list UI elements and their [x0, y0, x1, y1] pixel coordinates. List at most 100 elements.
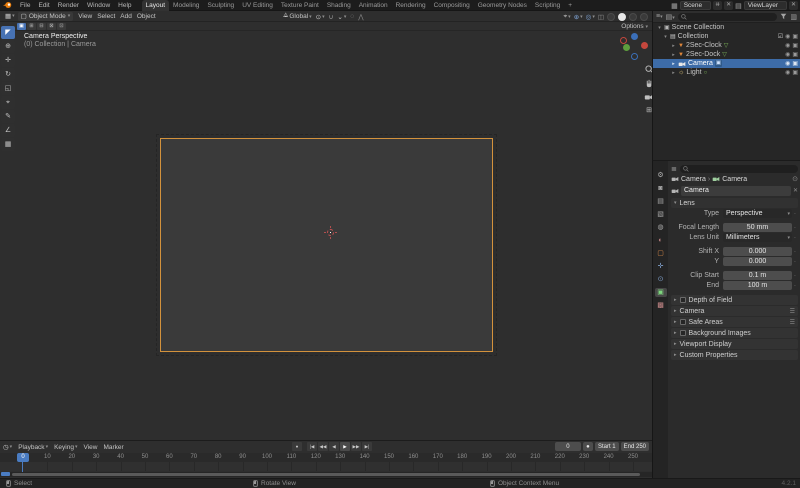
axis-z-neg-handle[interactable]: [631, 53, 638, 60]
outliner-row-2sec-clock[interactable]: ▸ ▼ 2Sec-Clock ▽ ◉ ▣: [653, 41, 800, 50]
shading-rendered-button[interactable]: [640, 12, 648, 21]
pan-hand-icon[interactable]: [645, 79, 653, 88]
select-set-mode-button[interactable]: ▣: [17, 22, 26, 30]
outliner-editor-type-button[interactable]: ≡▾: [656, 13, 663, 20]
hide-eye-icon[interactable]: ◉: [785, 42, 790, 49]
hide-eye-icon[interactable]: ◉: [785, 69, 790, 76]
render-camera-icon[interactable]: ▣: [792, 42, 798, 49]
editor-type-button[interactable]: ▦ ▾: [5, 12, 15, 20]
tab-shading[interactable]: Shading: [323, 0, 355, 11]
lens-panel-header[interactable]: ▾ Lens: [671, 198, 798, 208]
hide-eye-icon[interactable]: ◉: [785, 51, 790, 58]
axis-y-handle[interactable]: [623, 44, 630, 51]
outliner-row-scene-collection[interactable]: ▾ ▣ Scene Collection: [653, 23, 800, 32]
menu-help[interactable]: Help: [114, 2, 135, 9]
data-name-field[interactable]: Camera: [681, 185, 791, 196]
panel-safe-areas[interactable]: ▸ Safe Areas ☰: [671, 317, 798, 327]
menu-window[interactable]: Window: [83, 2, 114, 9]
gizmos-dropdown[interactable]: ⊕ ▾: [574, 13, 583, 21]
shift-x-field[interactable]: 0.000: [723, 247, 792, 256]
shading-material-button[interactable]: [629, 12, 637, 21]
remove-view-layer-button[interactable]: ✕: [789, 1, 798, 10]
filter-funnel-icon[interactable]: [780, 13, 787, 20]
delete-scene-button[interactable]: ✕: [724, 1, 734, 10]
timeline-channels[interactable]: [0, 462, 652, 471]
start-frame-field[interactable]: Start 1: [594, 442, 619, 451]
outliner-row-collection[interactable]: ▾ ▤ Collection ☑ ◉ ▣: [653, 32, 800, 41]
animate-dot-icon[interactable]: ∙: [792, 225, 798, 231]
outliner-search-input[interactable]: [677, 12, 778, 21]
select-extend-mode-button[interactable]: ⊞: [27, 22, 36, 30]
timeline-ruler[interactable]: 10 20 30 40 50 60 70 80 90 100 110 120 130 140 150 160 1…: [0, 453, 652, 462]
shift-y-field[interactable]: 0.000: [723, 257, 792, 266]
menu-file[interactable]: File: [16, 2, 34, 9]
shading-wireframe-button[interactable]: [607, 12, 615, 21]
falloff-icon[interactable]: ⋀: [358, 13, 363, 21]
panel-viewport-display[interactable]: ▸ Viewport Display: [671, 339, 798, 349]
checkbox-icon[interactable]: [679, 330, 686, 336]
menu-render[interactable]: Render: [54, 2, 83, 9]
tab-geometry-nodes[interactable]: Geometry Nodes: [474, 0, 531, 11]
auto-key-icon[interactable]: ●: [292, 442, 302, 451]
timeline-scrollbar[interactable]: [0, 472, 652, 477]
tab-modifiers-icon[interactable]: ✛: [655, 262, 667, 271]
tab-sculpting[interactable]: Sculpting: [203, 0, 238, 11]
tab-output-icon[interactable]: ▤: [655, 197, 667, 206]
pin-icon[interactable]: ⊙: [792, 175, 798, 183]
rotate-tool[interactable]: ↻: [1, 68, 15, 81]
tab-modeling[interactable]: Modeling: [169, 0, 203, 11]
tab-render-icon[interactable]: ◙: [655, 184, 667, 193]
timeline-editor-type-button[interactable]: ◷ ▾: [3, 443, 12, 451]
xray-toggle[interactable]: ◫: [598, 13, 604, 21]
annotate-tool[interactable]: ✎: [1, 110, 15, 123]
orientation-dropdown[interactable]: ⟁ Global ▾: [283, 13, 312, 20]
tab-texture-paint[interactable]: Texture Paint: [277, 0, 323, 11]
view-layer-selector[interactable]: ViewLayer: [743, 1, 787, 10]
axis-z-handle[interactable]: [631, 33, 638, 40]
menu-playback[interactable]: Playback ▾: [18, 444, 48, 451]
menu-keying[interactable]: Keying ▾: [54, 444, 77, 451]
transform-tool[interactable]: ⌖: [1, 96, 15, 109]
play-button[interactable]: ▶: [340, 442, 350, 451]
render-camera-icon[interactable]: ▣: [792, 60, 798, 67]
panel-custom-properties[interactable]: ▸ Custom Properties: [671, 350, 798, 360]
animate-dot-icon[interactable]: ∙: [792, 259, 798, 265]
tab-world-icon[interactable]: ◐: [655, 236, 667, 245]
select-intersect-mode-button[interactable]: ⊡: [57, 22, 66, 30]
panel-camera[interactable]: ▸ Camera ☰: [671, 306, 798, 316]
tab-scripting[interactable]: Scripting: [531, 0, 564, 11]
next-keyframe-button[interactable]: ▶▶: [351, 442, 361, 451]
menu-object[interactable]: Object: [137, 13, 156, 20]
outliner-row-camera[interactable]: ▸ Camera ▣ ◉ ▣: [653, 59, 800, 68]
pivot-point-dropdown[interactable]: ⊙ ▾: [316, 13, 325, 21]
menu-view-timeline[interactable]: View: [83, 444, 97, 451]
scale-tool[interactable]: ◱: [1, 82, 15, 95]
axis-x-handle[interactable]: [641, 42, 648, 49]
outliner-row-light[interactable]: ▸ ☼ Light ○ ◉ ▣: [653, 68, 800, 77]
snap-settings-dropdown[interactable]: ⌄ ▾: [337, 13, 346, 21]
viewport-canvas[interactable]: Camera Perspective (0) Collection | Came…: [0, 31, 652, 440]
animate-dot-icon[interactable]: ∙: [792, 235, 798, 241]
animate-dot-icon[interactable]: ∙: [792, 273, 798, 279]
select-box-tool[interactable]: ◤: [1, 26, 15, 39]
animate-dot-icon[interactable]: ∙: [792, 211, 798, 217]
navigation-gizmo[interactable]: [620, 33, 648, 61]
tab-object-icon[interactable]: ▢: [655, 249, 667, 258]
add-cube-tool[interactable]: ▦: [1, 138, 15, 151]
show-object-types-dropdown[interactable]: ⌖ ▾: [564, 13, 571, 21]
options-dropdown[interactable]: Options ▾: [621, 23, 648, 30]
keying-record-icon[interactable]: ●: [582, 442, 593, 451]
panel-background-images[interactable]: ▸ Background Images: [671, 328, 798, 338]
outliner-row-2sec-dock[interactable]: ▸ ▼ 2Sec-Dock ▽ ◉ ▣: [653, 50, 800, 59]
unlink-icon[interactable]: ✕: [793, 187, 798, 194]
type-dropdown[interactable]: Perspective ▾: [723, 209, 792, 218]
outliner-display-mode-button[interactable]: ▤▾: [666, 13, 675, 21]
render-camera-icon[interactable]: ▣: [792, 51, 798, 58]
menu-edit[interactable]: Edit: [34, 2, 53, 9]
clip-end-field[interactable]: 100 m: [723, 281, 792, 290]
menu-select[interactable]: Select: [97, 13, 115, 20]
select-invert-mode-button[interactable]: ⊠: [47, 22, 56, 30]
hide-eye-icon[interactable]: ◉: [785, 60, 790, 67]
tab-view-layer-icon[interactable]: ▧: [655, 210, 667, 219]
tab-tool-icon[interactable]: ⚙: [655, 171, 667, 180]
